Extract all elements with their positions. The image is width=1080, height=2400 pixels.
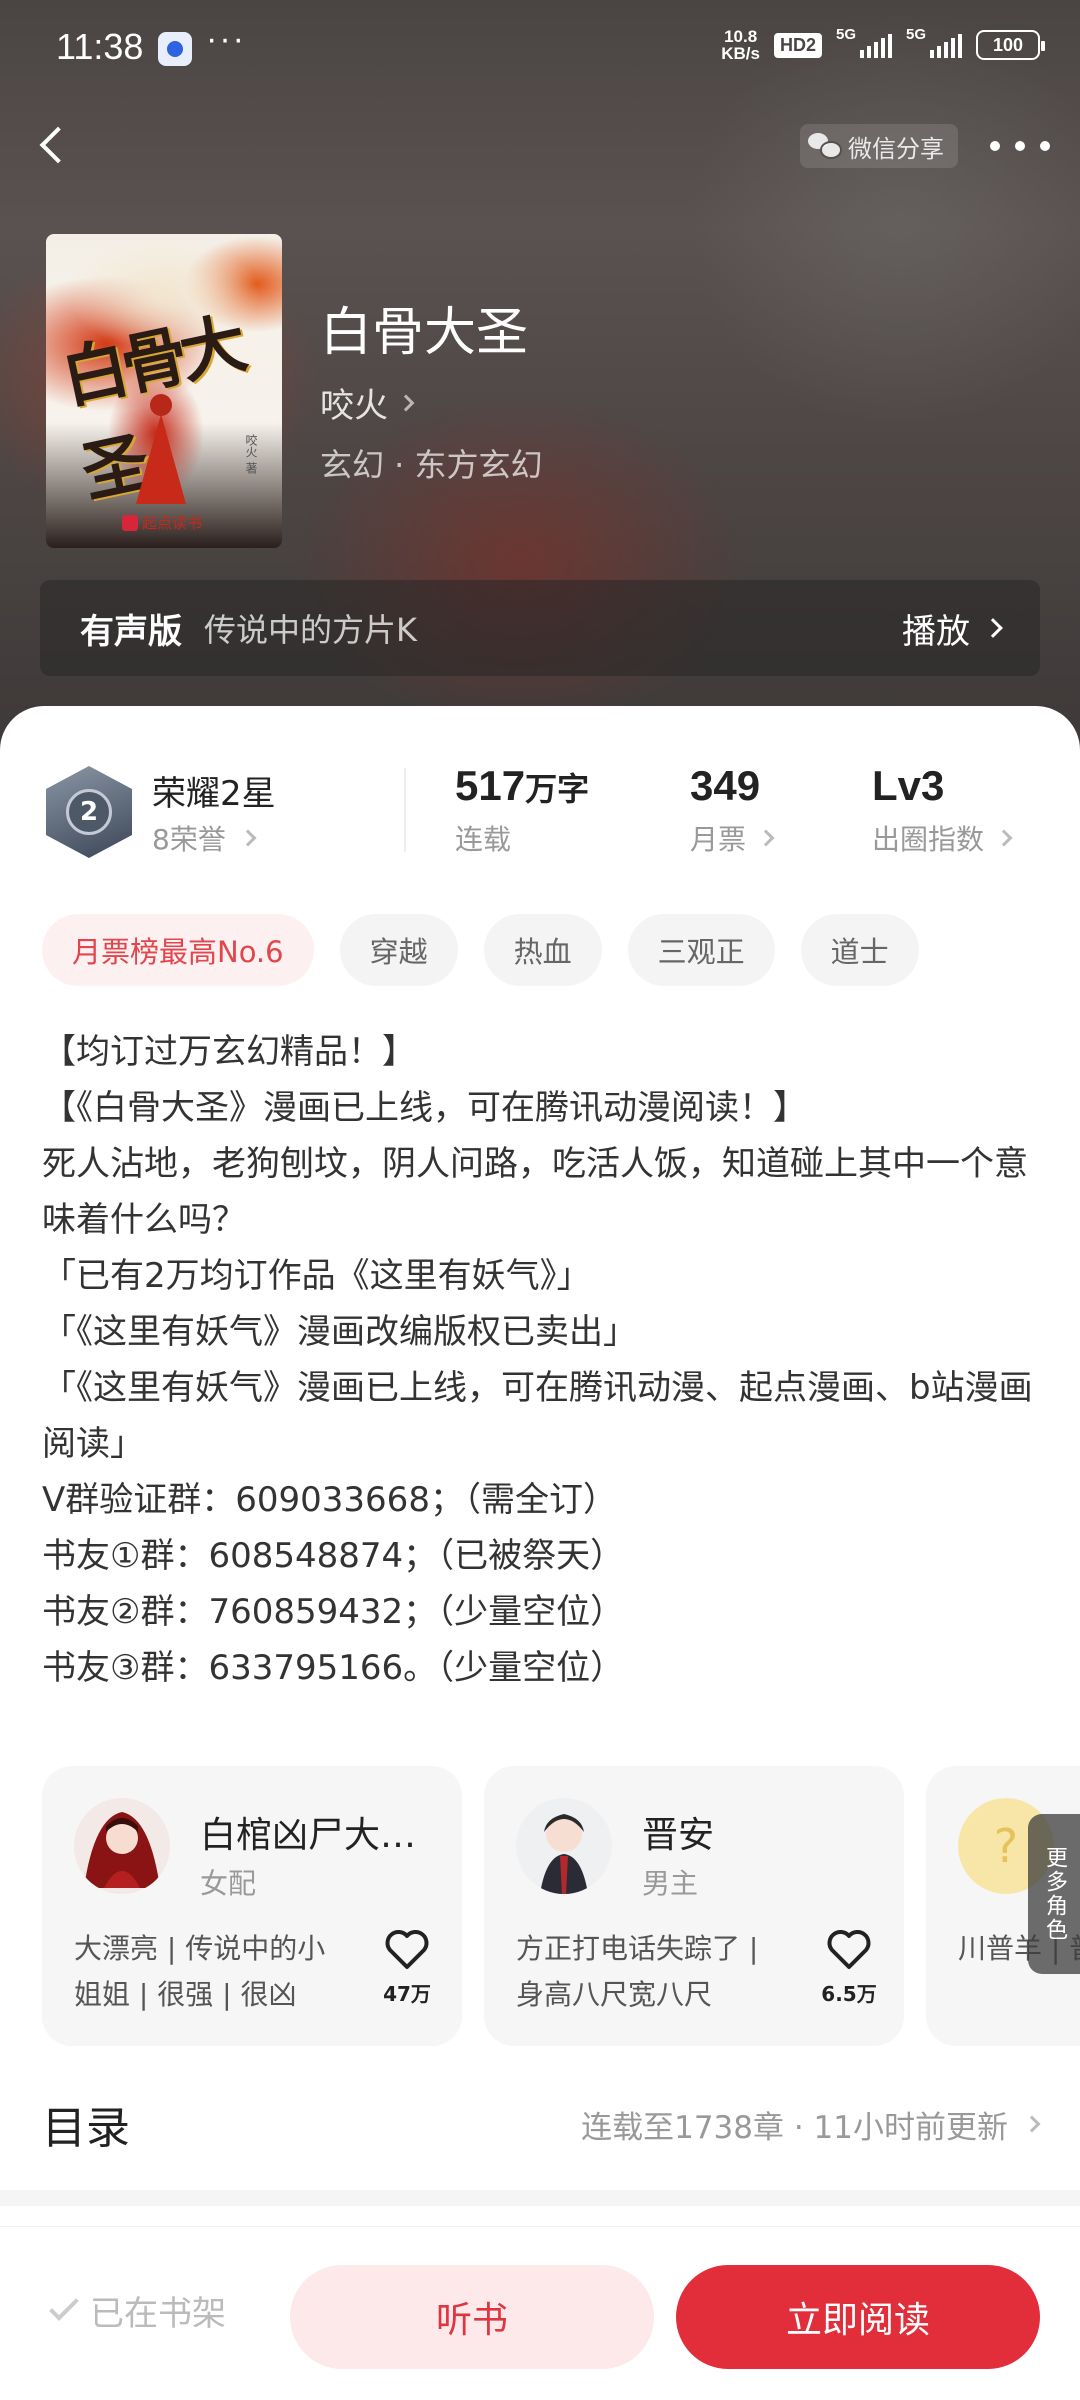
cover-brand-logo: 起点读书 xyxy=(122,512,202,533)
character-card[interactable]: 晋安 男主 方正打电话失踪了 | 身高八尺宽八尺 6.5万 xyxy=(484,1766,904,2046)
character-desc: 方正打电话失踪了 | 身高八尺宽八尺 xyxy=(516,1932,759,2011)
cover-figure xyxy=(136,394,186,504)
network-speed: 10.8 KB/s xyxy=(721,27,760,63)
tag-item[interactable]: 道士 xyxy=(800,914,919,986)
svg-text:?: ? xyxy=(994,1819,1018,1873)
tag-monthly-rank[interactable]: 月票榜最高No.6 xyxy=(42,914,314,986)
chevron-right-icon xyxy=(1023,2115,1041,2133)
honor-count-link[interactable]: 8荣誉 xyxy=(152,818,257,858)
status-bar: 11:38 ··· 10.8 KB/s HD2 5G 5G 100 xyxy=(0,0,1080,100)
check-icon xyxy=(49,2291,79,2321)
in-bookshelf-status[interactable]: 已在书架 xyxy=(49,2265,226,2355)
book-cover[interactable]: 白骨大圣 咬火 著 起点读书 xyxy=(46,234,282,548)
audio-narrator: 传说中的方片K xyxy=(204,611,417,649)
wechat-share-button[interactable]: 微信分享 xyxy=(800,124,958,168)
status-indicators: 10.8 KB/s HD2 5G 5G 100 xyxy=(721,26,1045,63)
bottom-action-bar: 已在书架 听书 立即阅读 xyxy=(0,2226,1080,2400)
stats-row: 2 荣耀2星 8荣誉 517万字 连载 349 月票 Lv3 出圈指数 xyxy=(0,756,1080,876)
wechat-icon xyxy=(808,133,842,159)
synopsis-line: 【均订过万玄幻精品！】 xyxy=(42,1032,416,1072)
chevron-right-icon xyxy=(983,618,1003,638)
divider xyxy=(404,768,406,852)
more-characters-button[interactable]: 更多角色 xyxy=(1028,1814,1080,1974)
like-button[interactable]: 47万 xyxy=(372,1928,442,2007)
character-list: 白棺凶尸大小姐 女配 大漂亮 | 传说中的小姐姐 | 很强 | 很凶 47万 晋… xyxy=(42,1766,1080,2046)
more-options-icon[interactable] xyxy=(990,128,1050,164)
synopsis[interactable]: 【均订过万玄幻精品！】 【《白骨大圣》漫画已上线，可在腾讯动漫阅读！】 死人沾地… xyxy=(42,1024,1042,1696)
read-now-button[interactable]: 立即阅读 xyxy=(676,2265,1040,2369)
book-detail-card: 2 荣耀2星 8荣誉 517万字 连载 349 月票 Lv3 出圈指数 月票榜最… xyxy=(0,706,1080,2400)
like-button[interactable]: 6.5万 xyxy=(814,1928,884,2007)
synopsis-line: 书友③群：633795166。（少量空位） xyxy=(42,1648,625,1688)
tag-list: 月票榜最高No.6 穿越 热血 三观正 道士 xyxy=(42,914,919,986)
toc-title: 目录 xyxy=(42,2103,130,2154)
cover-author: 咬火 著 xyxy=(244,434,258,474)
book-genre: 玄幻 · 东方玄幻 xyxy=(320,446,543,484)
synopsis-line: 「已有2万均订作品《这里有妖气》」 xyxy=(42,1256,591,1296)
signal-icon: 5G xyxy=(836,26,892,58)
book-title: 白骨大圣 xyxy=(320,303,529,363)
character-name: 白棺凶尸大小姐 xyxy=(200,1815,440,1856)
character-card[interactable]: 白棺凶尸大小姐 女配 大漂亮 | 传说中的小姐姐 | 很强 | 很凶 47万 xyxy=(42,1766,462,2046)
synopsis-line: 死人沾地，老狗刨坟，阴人问路，吃活人饭，知道碰上其中一个意味着什么吗？ xyxy=(42,1144,1028,1240)
heart-icon xyxy=(827,1930,871,1969)
wechat-share-label: 微信分享 xyxy=(848,134,944,163)
signal-icon-2: 5G xyxy=(906,26,962,58)
table-of-contents-row[interactable]: 目录 连载至1738章 · 11小时前更新 xyxy=(42,2084,1041,2164)
circle-index-stat[interactable]: Lv3 出圈指数 xyxy=(872,762,1013,858)
book-author-link[interactable]: 咬火 xyxy=(320,378,415,427)
synopsis-line: 「《这里有妖气》漫画改编版权已卖出」 xyxy=(42,1312,637,1352)
character-desc: 大漂亮 | 传说中的小姐姐 | 很强 | 很凶 xyxy=(74,1932,326,2011)
header-background: 11:38 ··· 10.8 KB/s HD2 5G 5G 100 微信分享 白… xyxy=(0,0,1080,760)
chevron-right-icon xyxy=(995,829,1013,847)
hd-voice-icon: HD2 xyxy=(773,32,822,58)
chevron-right-icon xyxy=(757,829,775,847)
synopsis-line: 书友②群：760859432；（少量空位） xyxy=(42,1592,625,1632)
word-count-stat: 517万字 连载 xyxy=(455,762,590,856)
character-type: 男主 xyxy=(642,1867,699,1900)
synopsis-line: V群验证群：609033668；（需全订） xyxy=(42,1480,617,1520)
tag-item[interactable]: 三观正 xyxy=(627,914,775,986)
baidu-app-icon xyxy=(158,32,192,66)
audio-label: 有声版 xyxy=(80,611,182,652)
monthly-ticket-stat[interactable]: 349 月票 xyxy=(690,762,775,858)
synopsis-line: 书友①群：608548874；（已被祭天） xyxy=(42,1536,625,1576)
listen-button[interactable]: 听书 xyxy=(290,2265,654,2369)
tag-item[interactable]: 穿越 xyxy=(339,914,458,986)
tag-item[interactable]: 热血 xyxy=(483,914,602,986)
nav-bar: 微信分享 xyxy=(0,110,1080,180)
audio-version-bar[interactable]: 有声版 传说中的方片K 播放 xyxy=(40,580,1040,676)
synopsis-line: 「《这里有妖气》漫画已上线，可在腾讯动漫、起点漫画、b站漫画阅读」 xyxy=(42,1368,1033,1464)
toc-update-info: 连载至1738章 · 11小时前更新 xyxy=(581,2102,1041,2147)
back-icon[interactable] xyxy=(28,120,78,170)
status-time: 11:38 xyxy=(56,26,144,67)
character-name: 晋安 xyxy=(642,1815,715,1856)
heart-icon xyxy=(385,1930,429,1969)
chevron-right-icon xyxy=(397,394,415,411)
battery-icon: 100 xyxy=(976,30,1045,60)
character-avatar xyxy=(516,1798,612,1894)
honor-badge-icon[interactable]: 2 xyxy=(46,766,132,858)
section-divider xyxy=(0,2190,1080,2206)
synopsis-line: 【《白骨大圣》漫画已上线，可在腾讯动漫阅读！】 xyxy=(42,1088,807,1128)
honor-title[interactable]: 荣耀2星 xyxy=(152,766,276,815)
character-type: 女配 xyxy=(200,1867,257,1900)
status-more-icon: ··· xyxy=(206,20,246,58)
chevron-right-icon xyxy=(239,829,257,847)
play-button[interactable]: 播放 xyxy=(902,604,1003,653)
character-avatar xyxy=(74,1798,170,1894)
